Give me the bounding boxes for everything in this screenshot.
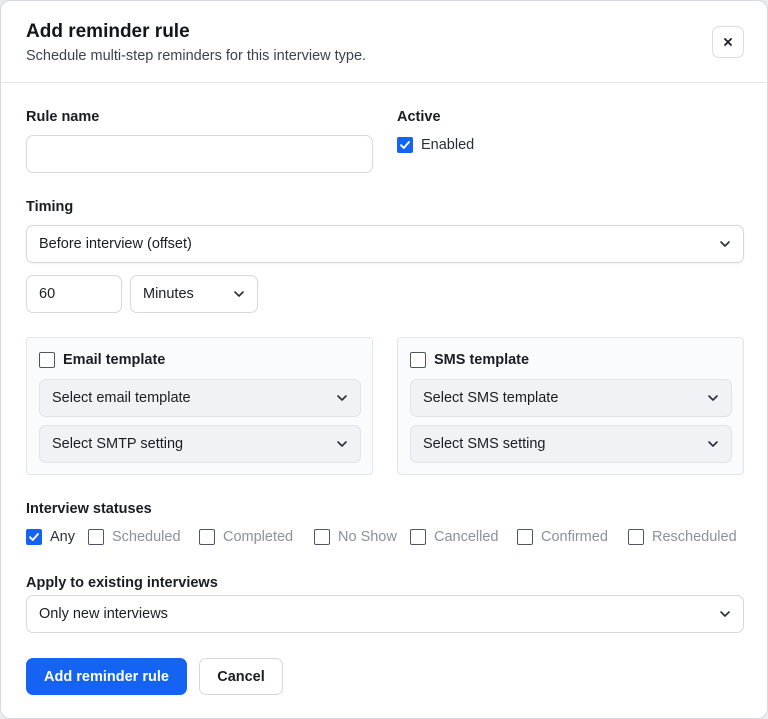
status-completed-label: Completed xyxy=(223,529,294,545)
apply-existing-label: Apply to existing interviews xyxy=(26,575,218,591)
status-completed-checkbox[interactable] xyxy=(199,529,215,545)
chevron-down-icon xyxy=(234,291,244,297)
enabled-checkbox-label: Enabled xyxy=(421,137,475,153)
cancel-button[interactable]: Cancel xyxy=(199,658,283,695)
close-icon xyxy=(724,38,732,46)
email-template-title: Email template xyxy=(63,352,166,368)
dialog-title: Add reminder rule xyxy=(26,21,190,42)
smtp-setting-select[interactable]: Select SMTP setting xyxy=(39,425,361,463)
timing-select[interactable]: Before interview (offset) xyxy=(26,225,744,263)
chevron-down-icon xyxy=(337,395,347,401)
sms-template-checkbox[interactable] xyxy=(410,352,426,368)
enabled-checkbox[interactable] xyxy=(397,137,413,153)
dialog-subtitle: Schedule multi-step reminders for this i… xyxy=(26,48,367,64)
sms-setting-select-value: Select SMS setting xyxy=(423,436,546,452)
checkmark-icon xyxy=(29,533,39,541)
status-confirmed-label: Confirmed xyxy=(541,529,608,545)
apply-existing-select-value: Only new interviews xyxy=(39,606,168,622)
chevron-down-icon xyxy=(708,441,718,447)
dialog-header: Add reminder rule Schedule multi-step re… xyxy=(1,1,767,83)
status-rescheduled-label: Rescheduled xyxy=(652,529,737,545)
status-any-checkbox[interactable] xyxy=(26,529,42,545)
status-rescheduled-checkbox[interactable] xyxy=(628,529,644,545)
status-scheduled-label: Scheduled xyxy=(112,529,181,545)
chevron-down-icon xyxy=(720,241,730,247)
status-no-show-checkbox[interactable] xyxy=(314,529,330,545)
status-confirmed-checkbox[interactable] xyxy=(517,529,533,545)
offset-unit-select[interactable]: Minutes xyxy=(130,275,258,313)
status-cancelled-label: Cancelled xyxy=(434,529,499,545)
email-template-select-value: Select email template xyxy=(52,390,191,406)
chevron-down-icon xyxy=(337,441,347,447)
status-any-label: Any xyxy=(50,529,75,545)
offset-unit-value: Minutes xyxy=(143,286,194,302)
apply-existing-select[interactable]: Only new interviews xyxy=(26,595,744,633)
timing-label: Timing xyxy=(26,199,74,215)
sms-setting-select[interactable]: Select SMS setting xyxy=(410,425,732,463)
rule-name-label: Rule name xyxy=(26,109,100,125)
sms-template-select[interactable]: Select SMS template xyxy=(410,379,732,417)
status-cancelled-checkbox[interactable] xyxy=(410,529,426,545)
email-template-checkbox[interactable] xyxy=(39,352,55,368)
status-no-show-label: No Show xyxy=(338,529,397,545)
email-template-select[interactable]: Select email template xyxy=(39,379,361,417)
sms-template-select-value: Select SMS template xyxy=(423,390,559,406)
checkmark-icon xyxy=(400,141,410,149)
chevron-down-icon xyxy=(720,611,730,617)
smtp-setting-select-value: Select SMTP setting xyxy=(52,436,184,452)
offset-value-input[interactable]: 60 xyxy=(26,275,122,313)
timing-select-value: Before interview (offset) xyxy=(39,236,192,252)
rule-name-input[interactable] xyxy=(26,135,373,173)
sms-template-panel: SMS template Select SMS template Select … xyxy=(397,337,744,475)
interview-statuses-label: Interview statuses xyxy=(26,501,152,517)
add-reminder-rule-dialog: Add reminder rule Schedule multi-step re… xyxy=(0,0,768,719)
email-template-panel: Email template Select email template Sel… xyxy=(26,337,373,475)
active-label: Active xyxy=(397,109,441,125)
status-scheduled-checkbox[interactable] xyxy=(88,529,104,545)
chevron-down-icon xyxy=(708,395,718,401)
add-reminder-rule-button[interactable]: Add reminder rule xyxy=(26,658,187,695)
sms-template-title: SMS template xyxy=(434,352,530,368)
offset-value: 60 xyxy=(39,286,56,302)
close-button[interactable] xyxy=(712,26,744,58)
